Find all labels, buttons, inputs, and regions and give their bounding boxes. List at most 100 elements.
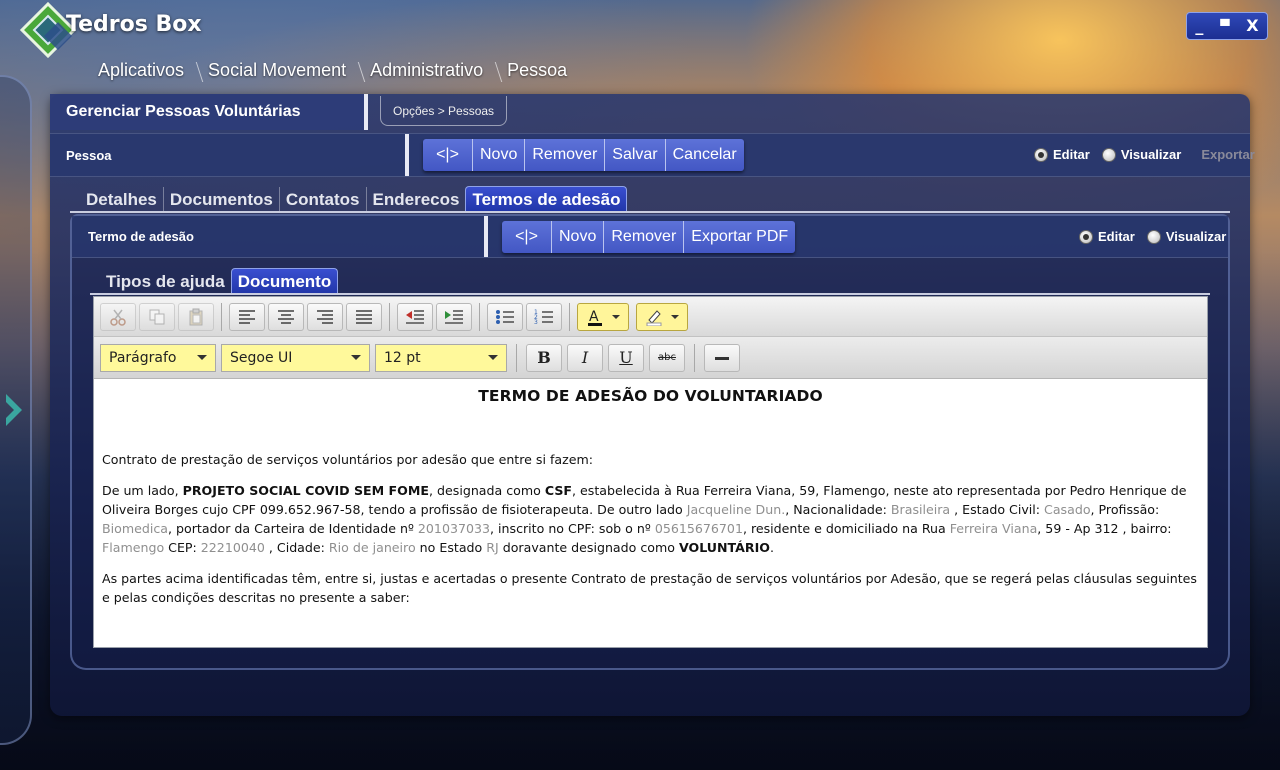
subtab-underline: [90, 293, 1210, 295]
document-intro: Contrato de prestação de serviços volunt…: [102, 452, 593, 467]
font-family-value: Segoe UI: [230, 349, 293, 366]
outdent-icon[interactable]: [397, 302, 433, 331]
paragraph-style-dropdown[interactable]: Parágrafo: [100, 343, 216, 372]
text: , Nacionalidade:: [785, 502, 891, 517]
tab-underline: [70, 211, 1230, 213]
tab-detalhes[interactable]: Detalhes: [80, 187, 164, 212]
tab-termos-de-adesao[interactable]: Termos de adesão: [465, 186, 628, 212]
termo-novo-button[interactable]: Novo: [552, 220, 605, 253]
visualizar-label: Visualizar: [1165, 229, 1227, 244]
toggle-view-button[interactable]: <|>: [423, 139, 473, 171]
toolbar-separator: [221, 302, 222, 331]
radio-icon: [1101, 147, 1116, 162]
text: doravante designado como: [498, 540, 679, 555]
breadcrumb-pessoa[interactable]: Pessoa: [493, 60, 577, 81]
chevron-down-icon: [351, 355, 361, 360]
panel-breadcrumb[interactable]: Opções > Pessoas: [380, 96, 508, 126]
window-controls: _ ▀ X: [1186, 12, 1268, 40]
numbered-list-icon[interactable]: 123: [526, 302, 562, 331]
toolbar-separator: [479, 302, 480, 331]
termo-toolbar: Termo de adesão <|> Novo Remover Exporta…: [72, 216, 1228, 258]
toolbar-separator: [694, 343, 695, 372]
org-short: CSF: [544, 483, 572, 498]
termo-button-group: <|> Novo Remover Exportar PDF: [502, 220, 796, 253]
pessoa-editar-radio[interactable]: Editar: [1034, 147, 1090, 162]
tab-documentos[interactable]: Documentos: [164, 187, 280, 212]
svg-text:3: 3: [534, 319, 538, 325]
termo-subtabs: Tipos de ajuda Documento: [100, 268, 339, 294]
termo-editar-radio[interactable]: Editar: [1079, 229, 1135, 244]
toolbar-separator: [389, 302, 390, 331]
radio-icon: [1146, 229, 1161, 244]
document-paragraph-parties: De um lado, PROJETO SOCIAL COVID SEM FOM…: [102, 481, 1199, 557]
text: De um lado,: [102, 483, 183, 498]
field-estado-civil: Casado: [1044, 502, 1091, 517]
breadcrumb-administrativo[interactable]: Administrativo: [356, 60, 493, 81]
pessoa-visualizar-radio[interactable]: Visualizar: [1101, 147, 1182, 162]
field-cidade: Rio de janeiro: [328, 540, 416, 555]
volunteer-designation: VOLUNTÁRIO: [678, 540, 770, 555]
remover-button[interactable]: Remover: [525, 139, 606, 171]
tab-enderecos[interactable]: Enderecos: [367, 187, 466, 212]
document-body[interactable]: TERMO DE ADESÃO DO VOLUNTARIADO Contrato…: [94, 379, 1207, 647]
visualizar-label: Visualizar: [1120, 147, 1182, 162]
radio-selected-icon: [1034, 147, 1048, 162]
org-name: PROJETO SOCIAL COVID SEM FOME: [182, 483, 430, 498]
svg-text:A: A: [589, 309, 599, 325]
field-estado: RJ: [486, 540, 499, 555]
text: CEP:: [164, 540, 201, 555]
tab-contatos[interactable]: Contatos: [280, 187, 367, 212]
page-title: Gerenciar Pessoas Voluntárias: [50, 94, 368, 130]
maximize-button[interactable]: ▀: [1220, 20, 1229, 32]
exportar-link[interactable]: Exportar: [1201, 147, 1254, 162]
termo-remover-button[interactable]: Remover: [604, 220, 685, 253]
tab-documento[interactable]: Documento: [230, 268, 339, 294]
tab-tipos-de-ajuda[interactable]: Tipos de ajuda: [100, 269, 231, 294]
horizontal-rule-icon[interactable]: [704, 343, 740, 372]
breadcrumb-social-movement[interactable]: Social Movement: [194, 60, 356, 81]
bold-button[interactable]: B: [526, 343, 562, 372]
field-cep: 22210040: [200, 540, 265, 555]
copy-icon[interactable]: [139, 302, 175, 331]
paste-icon[interactable]: [178, 302, 214, 331]
font-size-dropdown[interactable]: 12 pt: [375, 343, 507, 372]
text: , 59 - Ap 312 , bairro:: [1037, 521, 1172, 536]
dropdown-arrow-icon: [671, 314, 679, 319]
close-button[interactable]: X: [1246, 18, 1258, 34]
justify-icon[interactable]: [346, 302, 382, 331]
breadcrumb-aplicativos[interactable]: Aplicativos: [84, 60, 194, 81]
salvar-button[interactable]: Salvar: [605, 139, 666, 171]
toolbar-separator: [516, 343, 517, 372]
italic-button[interactable]: I: [567, 343, 603, 372]
termo-label: Termo de adesão: [72, 216, 488, 257]
underline-button[interactable]: U: [608, 343, 644, 372]
align-right-icon[interactable]: [307, 302, 343, 331]
highlight-button[interactable]: [636, 302, 688, 331]
termo-toggle-view-button[interactable]: <|>: [502, 220, 552, 253]
editor-toolbar-top: 123 A: [94, 297, 1207, 337]
font-color-button[interactable]: A: [577, 302, 629, 331]
bullet-list-icon[interactable]: [487, 302, 523, 331]
strikethrough-button[interactable]: abc: [649, 343, 685, 372]
cut-icon[interactable]: [100, 302, 136, 331]
exportar-pdf-button[interactable]: Exportar PDF: [684, 220, 796, 253]
pessoa-label: Pessoa: [50, 134, 409, 176]
toolbar-separator: [569, 302, 570, 331]
font-size-value: 12 pt: [384, 349, 421, 366]
editar-label: Editar: [1053, 147, 1090, 162]
document-title: TERMO DE ADESÃO DO VOLUNTARIADO: [478, 387, 823, 405]
minimize-button[interactable]: _: [1195, 18, 1203, 34]
termo-visualizar-radio[interactable]: Visualizar: [1146, 229, 1227, 244]
text: .: [770, 540, 775, 555]
chevron-down-icon: [197, 355, 207, 360]
pessoa-tabs: Detalhes Documentos Contatos Enderecos T…: [80, 186, 628, 212]
indent-icon[interactable]: [436, 302, 472, 331]
align-center-icon[interactable]: [268, 302, 304, 331]
font-family-dropdown[interactable]: Segoe UI: [221, 343, 370, 372]
novo-button[interactable]: Novo: [473, 139, 526, 171]
align-left-icon[interactable]: [229, 302, 265, 331]
text: , Cidade:: [264, 540, 329, 555]
text: , Estado Civil:: [950, 502, 1045, 517]
expand-drawer-icon[interactable]: [4, 392, 24, 428]
cancelar-button[interactable]: Cancelar: [665, 139, 744, 171]
